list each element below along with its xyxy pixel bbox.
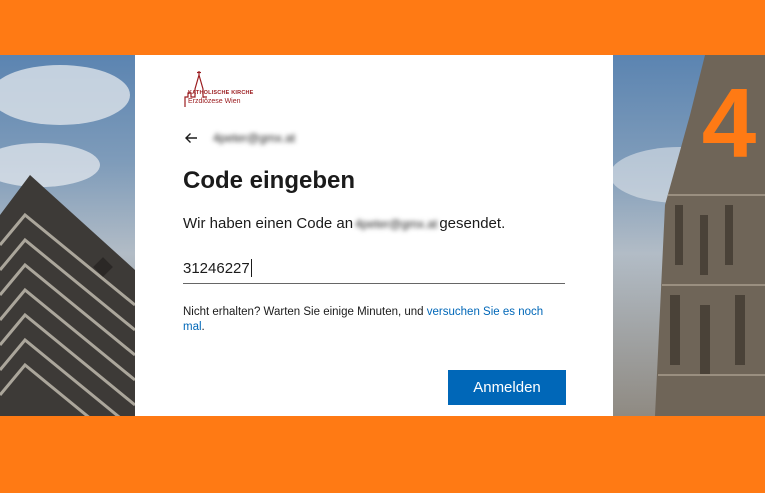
orange-frame-bottom: [0, 416, 765, 493]
resend-hint: Nicht erhalten? Warten Sie einige Minute…: [183, 305, 563, 335]
page-title: Code eingeben: [183, 167, 356, 194]
code-input[interactable]: 31246227: [183, 253, 565, 284]
account-email: 4peter@gmx.at: [213, 131, 296, 145]
step-number: 4: [701, 68, 757, 178]
signin-button[interactable]: Anmelden: [448, 370, 566, 405]
description-email: 4peter@gmx.at: [355, 217, 438, 231]
description-prefix: Wir haben einen Code an: [183, 215, 354, 232]
code-description: Wir haben einen Code an 4peter@gmx.at ge…: [183, 215, 505, 232]
brand-line-2: Erzdiözese Wien: [188, 98, 241, 105]
hint-end: .: [201, 321, 205, 333]
description-suffix: gesendet.: [439, 215, 506, 232]
brand-line-1: KATHOLISCHE KIRCHE: [188, 90, 254, 96]
arrow-left-icon[interactable]: [183, 130, 199, 146]
signin-card: KATHOLISCHE KIRCHE Erzdiözese Wien 4pete…: [135, 55, 613, 416]
orange-frame-top: [0, 0, 765, 55]
code-input-value: 31246227: [183, 259, 250, 277]
back-row: 4peter@gmx.at: [183, 127, 295, 149]
text-caret: [250, 259, 252, 277]
hint-text: Nicht erhalten? Warten Sie einige Minute…: [183, 306, 427, 318]
